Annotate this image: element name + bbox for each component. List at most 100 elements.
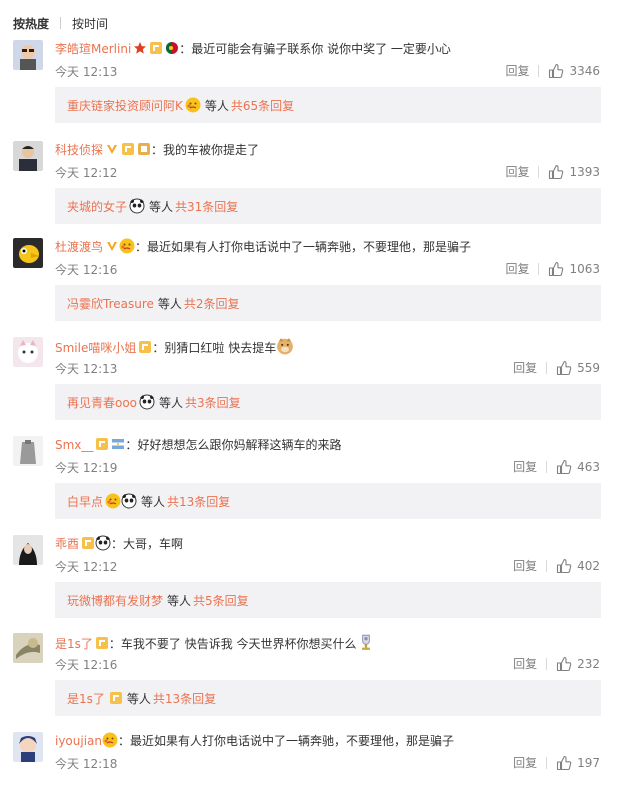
like-button[interactable]: 232 <box>556 656 600 672</box>
colon-separator: ： <box>125 438 138 452</box>
reply-user-badge-icon <box>139 394 155 410</box>
comment-username[interactable]: 杜渡渡鸟 <box>55 240 103 254</box>
reply-button[interactable]: 回复 <box>505 260 529 277</box>
like-count: 1393 <box>569 164 600 179</box>
comment-actions: 回复 1063 <box>505 260 600 277</box>
view-all-replies-link[interactable]: 共2条回复 <box>184 295 240 312</box>
user-badge-icons <box>103 143 151 157</box>
like-button[interactable]: 197 <box>556 755 600 771</box>
reply-user-badge-icon <box>107 691 123 706</box>
reply-user-link[interactable]: 是1s了 <box>67 690 105 707</box>
comment-actions: 回复 559 <box>513 359 600 376</box>
comment-username[interactable]: 乖酉 <box>55 537 79 551</box>
comment-text: 最近可能会有骗子联系你 说你中奖了 一定要小心 <box>191 42 451 56</box>
reply-button[interactable]: 回复 <box>513 458 537 475</box>
sort-tabs: 按热度 按时间 <box>13 14 108 32</box>
comment-text: 好好想想怎么跟你妈解释这辆车的来路 <box>137 438 342 452</box>
user-badge-icons <box>93 438 125 452</box>
comment-time: 今天 12:12 <box>55 560 118 574</box>
like-button[interactable]: 1063 <box>548 261 600 277</box>
reply-user-badge-icon <box>185 97 201 113</box>
view-all-replies-link[interactable]: 共3条回复 <box>185 394 241 411</box>
tab-sort-by-hot[interactable]: 按热度 <box>13 15 49 32</box>
comment-text: 车我不要了 快告诉我 今天世界杯你想买什么 <box>120 637 357 651</box>
tab-sort-by-time[interactable]: 按时间 <box>72 15 108 32</box>
avatar[interactable] <box>13 141 43 171</box>
comment-time: 今天 12:13 <box>55 362 118 376</box>
reply-user-badge-icon <box>129 198 145 214</box>
comment-time: 今天 12:13 <box>55 65 118 79</box>
colon-separator: ： <box>151 143 164 157</box>
reply-button[interactable]: 回复 <box>513 557 537 574</box>
like-count: 1063 <box>569 261 600 276</box>
reply-user-link[interactable]: 冯霎欣Treasure <box>67 295 154 312</box>
view-all-replies-link[interactable]: 共13条回复 <box>153 690 216 707</box>
comment-time: 今天 12:19 <box>55 461 118 475</box>
reply-summary-text: 等人 <box>159 395 184 410</box>
avatar[interactable] <box>13 40 43 70</box>
reply-button[interactable]: 回复 <box>505 163 529 180</box>
reply-button[interactable]: 回复 <box>513 655 537 672</box>
colon-separator: ： <box>118 734 131 748</box>
comment-line: 是1s了 ：车我不要了 快告诉我 今天世界杯你想买什么 <box>55 633 375 651</box>
user-badge-icons <box>131 42 179 56</box>
reply-user-link[interactable]: 白早点 <box>67 493 103 510</box>
reply-summary: 再见青春ooo 等人 共3条回复 <box>55 384 601 420</box>
action-divider <box>546 460 548 473</box>
comment-username[interactable]: 科技侦探 <box>55 143 103 157</box>
like-button[interactable]: 463 <box>556 459 600 475</box>
reply-user-link[interactable]: 玩微博都有发财梦 <box>67 592 163 609</box>
comment-username[interactable]: Smx__ <box>55 438 93 452</box>
avatar[interactable] <box>13 238 43 268</box>
reply-summary: 白早点 等人 共13条回复 <box>55 483 601 519</box>
comment-actions: 回复 232 <box>513 655 600 672</box>
reply-summary: 冯霎欣Treasure 等人 共2条回复 <box>55 285 601 321</box>
comment-username[interactable]: iyoujian <box>55 734 102 748</box>
view-all-replies-link[interactable]: 共5条回复 <box>193 592 249 609</box>
like-count: 197 <box>577 755 600 770</box>
comment-actions: 回复 197 <box>513 754 600 771</box>
reply-button[interactable]: 回复 <box>513 359 537 376</box>
colon-separator: ： <box>108 637 121 651</box>
thumbs-up-icon <box>557 656 572 671</box>
reply-user-link[interactable]: 夹城的女子 <box>67 198 127 215</box>
colon-separator: ： <box>111 537 124 551</box>
like-button[interactable]: 1393 <box>548 164 600 180</box>
view-all-replies-link[interactable]: 共65条回复 <box>231 97 294 114</box>
like-button[interactable]: 3346 <box>548 63 600 79</box>
thumbs-up-icon <box>549 63 564 78</box>
view-all-replies-link[interactable]: 共31条回复 <box>175 198 238 215</box>
comment-username[interactable]: Smile喵咪小姐 <box>55 341 136 355</box>
like-button[interactable]: 559 <box>556 360 600 376</box>
like-button[interactable]: 402 <box>556 558 600 574</box>
colon-separator: ： <box>152 341 165 355</box>
comment-username[interactable]: 是1s了 <box>55 637 93 651</box>
view-all-replies-link[interactable]: 共13条回复 <box>167 493 230 510</box>
reply-button[interactable]: 回复 <box>513 754 537 771</box>
comment-line: Smx__ ：好好想想怎么跟你妈解释这辆车的来路 <box>55 436 341 454</box>
comment-emoji-icon <box>357 634 375 651</box>
comment-text: 大哥，车啊 <box>123 537 184 551</box>
avatar[interactable] <box>13 436 43 466</box>
user-badge-icons <box>102 732 118 748</box>
avatar[interactable] <box>13 535 43 565</box>
action-divider <box>546 559 548 572</box>
avatar[interactable] <box>13 633 43 663</box>
reply-user-badge-icon <box>105 493 137 509</box>
action-divider <box>546 756 548 769</box>
comment-line: 杜渡渡鸟 ：最近如果有人打你电话说中了一辆奔驰，不要理他，那是骗子 <box>55 238 471 256</box>
avatar[interactable] <box>13 337 43 367</box>
user-badge-icons <box>79 535 111 551</box>
user-badge-icons <box>93 637 109 651</box>
reply-user-link[interactable]: 重庆链家投资顾问阿K <box>67 97 183 114</box>
action-divider <box>538 165 540 178</box>
reply-summary-text: 等人 <box>157 296 182 311</box>
comment-username[interactable]: 李皓瑄Merlini <box>55 42 131 56</box>
action-divider <box>538 64 540 77</box>
thumbs-up-icon <box>557 459 572 474</box>
action-divider <box>546 361 548 374</box>
avatar[interactable] <box>13 732 43 762</box>
reply-user-link[interactable]: 再见青春ooo <box>67 394 137 411</box>
reply-button[interactable]: 回复 <box>505 62 529 79</box>
reply-summary-text: 等人 <box>149 199 174 214</box>
